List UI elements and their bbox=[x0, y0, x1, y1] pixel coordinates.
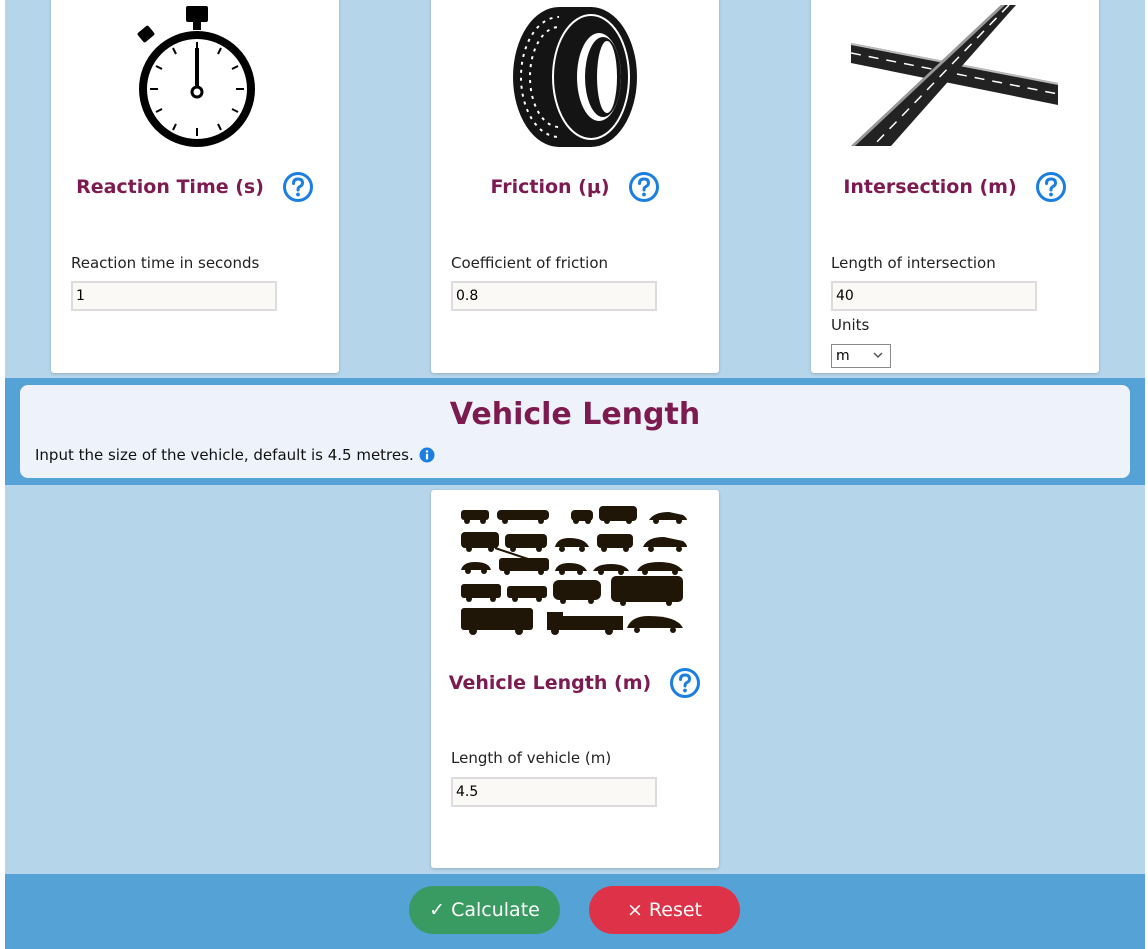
intersection-road-icon bbox=[851, 5, 1058, 146]
vehicle-length-panel: Vehicle Length Input the size of the veh… bbox=[20, 385, 1130, 478]
intersection-title: Intersection (m) bbox=[843, 176, 1017, 198]
units-label: Units bbox=[831, 316, 870, 334]
reaction-help-icon[interactable] bbox=[282, 171, 314, 203]
intersection-card: Intersection (m) Length of intersection … bbox=[811, 0, 1099, 373]
vehicle-length-card: Vehicle Length (m) Length of vehicle (m) bbox=[431, 490, 719, 868]
vehicle-title-row: Vehicle Length (m) bbox=[431, 667, 719, 699]
intersection-title-row: Intersection (m) bbox=[811, 171, 1099, 203]
info-icon[interactable] bbox=[419, 447, 435, 463]
friction-input[interactable] bbox=[451, 281, 657, 311]
reaction-time-label: Reaction time in seconds bbox=[71, 254, 260, 272]
chevron-down-icon bbox=[873, 352, 883, 359]
friction-card: Friction (μ) Coefficient of friction bbox=[431, 0, 719, 373]
reaction-time-title: Reaction Time (s) bbox=[76, 176, 264, 198]
units-select[interactable]: m bbox=[831, 344, 891, 368]
vehicle-length-input[interactable] bbox=[451, 777, 657, 807]
units-selected-value: m bbox=[836, 348, 850, 364]
vehicle-help-icon[interactable] bbox=[669, 667, 701, 699]
friction-title: Friction (μ) bbox=[490, 176, 610, 198]
vehicle-length-description-text: Input the size of the vehicle, default i… bbox=[35, 446, 414, 464]
intersection-help-icon[interactable] bbox=[1035, 171, 1067, 203]
vehicle-length-title: Vehicle Length (m) bbox=[448, 672, 652, 694]
friction-help-icon[interactable] bbox=[628, 171, 660, 203]
vehicle-length-label: Length of vehicle (m) bbox=[451, 749, 612, 767]
intersection-input[interactable] bbox=[831, 281, 1037, 311]
footer-bar: ✓ Calculate × Reset bbox=[5, 874, 1145, 949]
reaction-title-row: Reaction Time (s) bbox=[51, 171, 339, 203]
vehicle-length-description: Input the size of the vehicle, default i… bbox=[35, 446, 435, 464]
reaction-time-input[interactable] bbox=[71, 281, 277, 311]
vehicle-length-heading: Vehicle Length bbox=[449, 397, 701, 432]
tyre-icon bbox=[513, 7, 637, 147]
friction-title-row: Friction (μ) bbox=[431, 171, 719, 203]
stopwatch-icon bbox=[137, 6, 255, 147]
reset-button[interactable]: × Reset bbox=[589, 886, 740, 934]
vehicle-length-band: Vehicle Length Input the size of the veh… bbox=[5, 378, 1145, 485]
calculate-button[interactable]: ✓ Calculate bbox=[409, 886, 560, 934]
reaction-time-card: Reaction Time (s) Reaction time in secon… bbox=[51, 0, 339, 373]
vehicles-silhouette-icon bbox=[461, 506, 687, 635]
intersection-label: Length of intersection bbox=[831, 254, 996, 272]
page-background: Reaction Time (s) Reaction time in secon… bbox=[5, 0, 1145, 949]
friction-label: Coefficient of friction bbox=[451, 254, 609, 272]
